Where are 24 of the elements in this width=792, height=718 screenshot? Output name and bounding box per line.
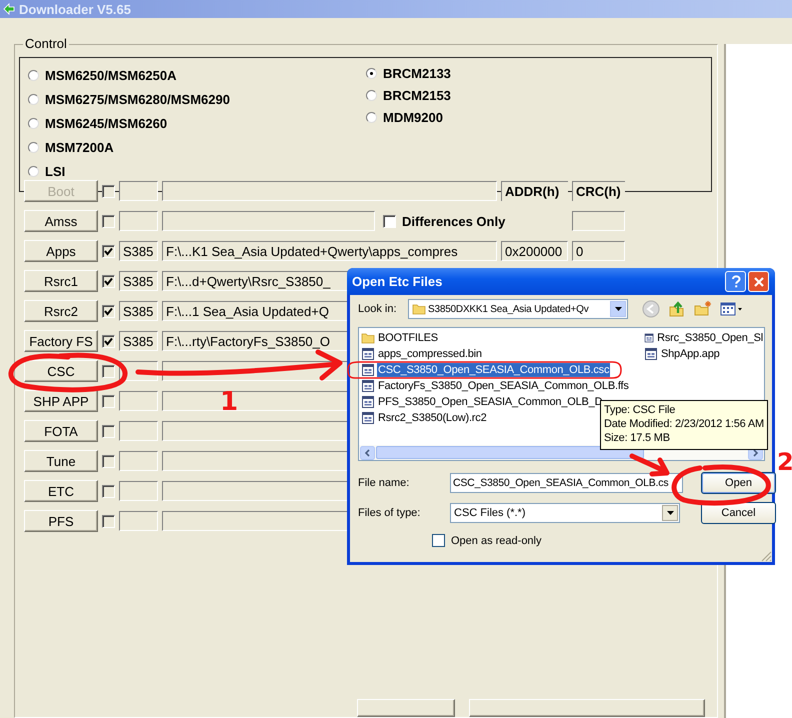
radio-label: LSI bbox=[45, 164, 66, 178]
radio-label: MDM9200 bbox=[383, 110, 443, 125]
dropdown-value: CSC Files (*.*) bbox=[454, 507, 527, 519]
field-label: File name: bbox=[358, 477, 410, 489]
tooltip-text: Type: CSC File bbox=[604, 403, 676, 417]
radio-label: BRCM2153 bbox=[383, 88, 451, 103]
radio-label: MSM7200A bbox=[45, 140, 114, 154]
tooltip-text: Date Modified: 2/23/2012 1:56 AM bbox=[604, 417, 765, 431]
column-header: ADDR(h) bbox=[501, 181, 568, 201]
tooltip-text: Size: 17.5 MB bbox=[604, 431, 671, 445]
field-label: Files of type: bbox=[358, 507, 422, 519]
annotation-number: 2 bbox=[777, 448, 792, 476]
window-title: Downloader V5.65 bbox=[19, 2, 131, 16]
checkbox-label: Differences Only bbox=[402, 214, 506, 228]
field-label: Look in: bbox=[358, 303, 398, 315]
radio-label: MSM6245/MSM6260 bbox=[45, 116, 168, 130]
column-header: CRC(h) bbox=[572, 181, 625, 201]
annotation-number: 1 bbox=[220, 387, 238, 417]
radio-label: BRCM2133 bbox=[383, 66, 451, 81]
dialog-title: Open Etc Files bbox=[352, 274, 444, 289]
radio-label: MSM6250/MSM6250A bbox=[45, 68, 176, 82]
radio-label: MSM6275/MSM6280/MSM6290 bbox=[45, 92, 230, 106]
checkbox-label: Open as read-only bbox=[451, 534, 542, 546]
group-title: Control bbox=[24, 36, 68, 52]
